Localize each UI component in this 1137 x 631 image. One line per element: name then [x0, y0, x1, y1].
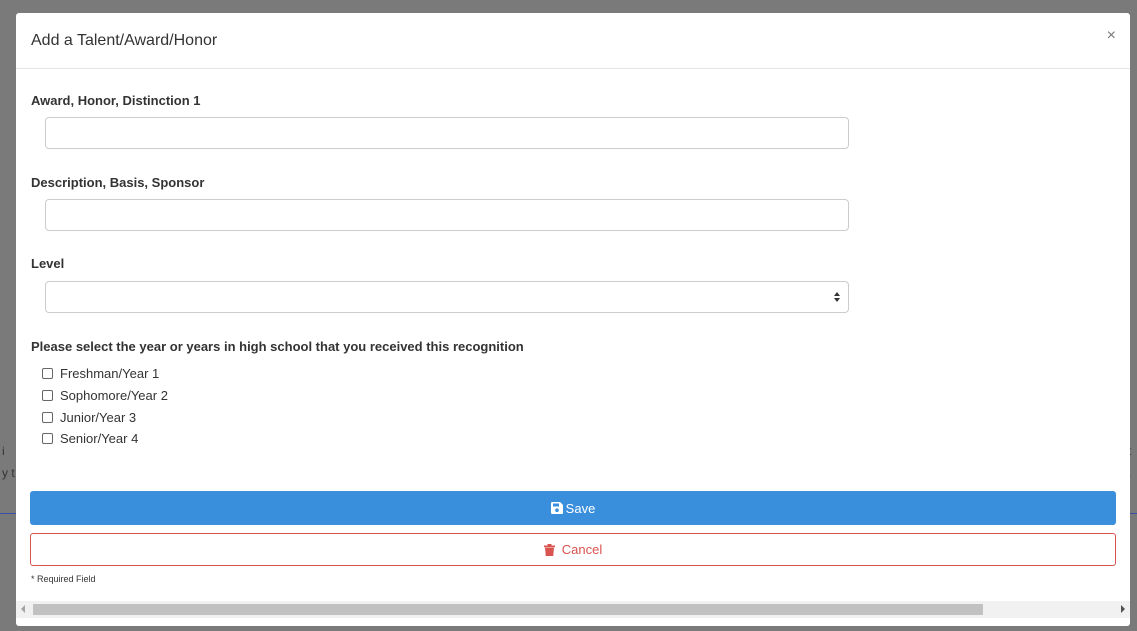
level-label: Level: [31, 256, 65, 271]
save-button-label: Save: [565, 500, 596, 516]
floppy-disk-icon: [550, 502, 563, 514]
cancel-button-label: Cancel: [561, 542, 603, 557]
backdrop-text-fragment: i: [2, 444, 5, 458]
horizontal-scrollbar[interactable]: [16, 601, 1130, 618]
scrollbar-thumb[interactable]: [33, 604, 983, 615]
checkbox-box[interactable]: [42, 432, 53, 444]
trash-icon: [543, 543, 555, 556]
checkbox-box[interactable]: [42, 389, 53, 401]
checkbox-box[interactable]: [42, 411, 53, 423]
years-label: Please select the year or years in high …: [31, 339, 524, 354]
cancel-button[interactable]: Cancel: [30, 533, 1116, 566]
required-field-note: * Required Field: [31, 574, 96, 584]
level-select[interactable]: [45, 281, 849, 313]
scroll-left-icon[interactable]: [21, 605, 25, 613]
scroll-right-icon[interactable]: [1121, 605, 1125, 613]
checkbox-label: Junior/Year 3: [60, 409, 137, 425]
close-button[interactable]: ×: [1107, 28, 1116, 44]
modal-title: Add a Talent/Award/Honor: [31, 32, 218, 49]
award-input[interactable]: [45, 117, 849, 149]
backdrop-text-fragment: y t: [2, 466, 15, 480]
description-label: Description, Basis, Sponsor: [31, 175, 205, 190]
checkbox-senior[interactable]: Senior/Year 4: [42, 429, 138, 447]
checkbox-freshman[interactable]: Freshman/Year 1: [42, 364, 159, 382]
backdrop-divider: [0, 513, 16, 514]
add-talent-award-honor-modal: Add a Talent/Award/Honor × Award, Honor,…: [16, 13, 1130, 626]
description-input[interactable]: [45, 199, 849, 231]
checkbox-box[interactable]: [42, 367, 53, 379]
checkbox-label: Sophomore/Year 2: [60, 387, 168, 403]
sort-arrows-icon: [834, 292, 840, 302]
save-button[interactable]: Save: [30, 491, 1116, 525]
checkbox-label: Senior/Year 4: [60, 430, 139, 446]
checkbox-label: Freshman/Year 1: [60, 365, 160, 381]
modal-header: Add a Talent/Award/Honor ×: [16, 13, 1130, 69]
checkbox-junior[interactable]: Junior/Year 3: [42, 408, 136, 426]
award-label: Award, Honor, Distinction 1: [31, 93, 201, 108]
checkbox-sophomore[interactable]: Sophomore/Year 2: [42, 386, 168, 404]
